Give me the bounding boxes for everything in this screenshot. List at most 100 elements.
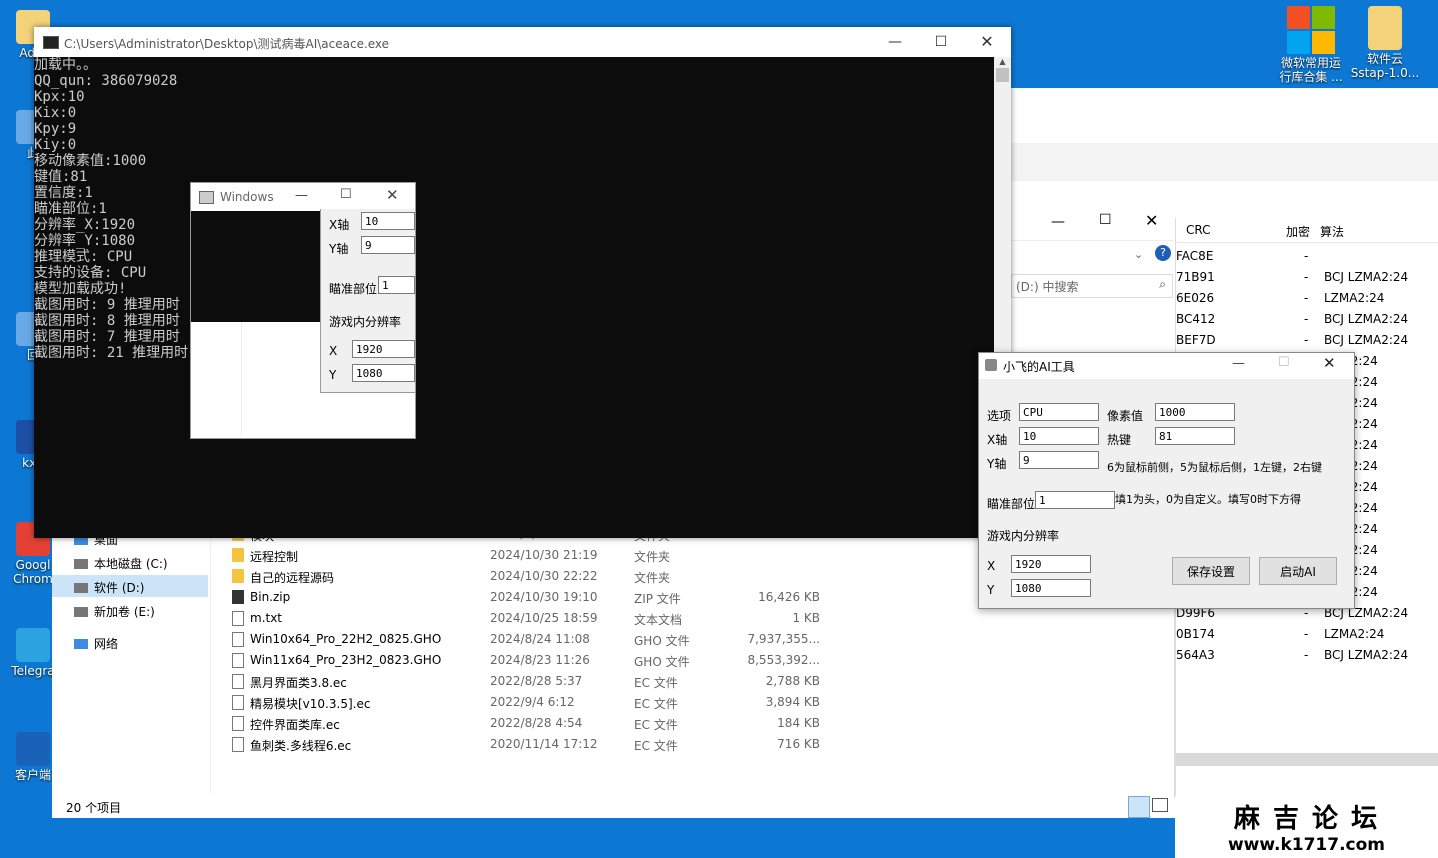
nav-item-drive-c[interactable]: 本地磁盘 (C:)	[74, 555, 168, 572]
aim-part-input[interactable]: 1	[378, 276, 415, 294]
desktop-icon-label: 软件云 Sstap-1.0...	[1350, 52, 1420, 80]
column-header-encrypted[interactable]: 加密	[1286, 223, 1310, 240]
file-type: EC 文件	[634, 739, 678, 753]
folder-icon	[1368, 6, 1402, 50]
windows-settings-panel: X轴 10 Y轴 9 瞄准部位 1 游戏内分辨率 X 1920 Y 1080	[320, 209, 415, 393]
aim-part-input[interactable]: 1	[1035, 491, 1115, 509]
aim-part-label: 瞄准部位	[987, 497, 1036, 511]
file-row[interactable]: Win11x64_Pro_23H2_0823.GHO 2024/8/23 11:2…	[228, 650, 1188, 671]
network-icon	[74, 638, 88, 649]
file-size: 184 KB	[777, 716, 820, 730]
archive-row[interactable]: BC412 - BCJ LZMA2:24	[1176, 309, 1436, 330]
console-window: C:\Users\Administrator\Desktop\测试病毒AI\ac…	[34, 27, 1011, 538]
save-settings-button[interactable]: 保存设置	[1172, 557, 1250, 585]
file-size: 3,894 KB	[765, 695, 820, 709]
column-header-crc[interactable]: CRC	[1186, 223, 1211, 237]
minimize-icon[interactable]: —	[295, 188, 308, 203]
file-icon	[232, 653, 244, 668]
res-y-input[interactable]: 1080	[352, 364, 415, 382]
archive-row[interactable]: 0B174- LZMA2:24	[1176, 624, 1436, 645]
minimize-icon[interactable]: —	[1232, 356, 1245, 371]
preview-divider	[241, 322, 242, 437]
archive-row[interactable]: 564A3- BCJ LZMA2:24	[1176, 645, 1436, 666]
minimize-icon[interactable]: —	[872, 27, 918, 57]
nav-item-drive-e[interactable]: 新加卷 (E:)	[74, 603, 155, 620]
file-size: 16,426 KB	[758, 590, 820, 604]
pixel-input[interactable]: 1000	[1155, 403, 1235, 421]
close-icon[interactable]: ✕	[1323, 354, 1336, 372]
file-row[interactable]: 控件界面类库.ec 2022/8/28 4:54 EC 文件 184 KB	[228, 713, 1188, 734]
horizontal-scrollbar[interactable]	[1176, 753, 1438, 766]
file-row[interactable]: 鱼刺类.多线程6.ec 2020/11/14 17:12 EC 文件 716 KB	[228, 734, 1188, 755]
maximize-icon[interactable]: ☐	[1278, 355, 1290, 370]
x-axis-input[interactable]: 10	[361, 212, 415, 230]
explorer-toolbar-area	[1011, 88, 1438, 143]
archive-row[interactable]: 6E026 - LZMA2:24	[1176, 288, 1436, 309]
nav-label: 本地磁盘 (C:)	[94, 557, 168, 571]
app-icon	[16, 628, 50, 662]
file-type: 文件夹	[634, 571, 671, 585]
details-view-icon[interactable]	[1128, 796, 1150, 818]
console-output: 加载中。。 QQ_qun: 386079028 Kpx:10 Kix:0 Kpy:9 Ki…	[34, 57, 188, 361]
minimize-icon[interactable]: —	[1051, 214, 1065, 230]
maximize-icon[interactable]: ☐	[918, 27, 964, 57]
maximize-icon[interactable]: ☐	[1099, 212, 1112, 228]
archive-encrypted: -	[1304, 312, 1309, 326]
close-icon[interactable]: ✕	[386, 186, 399, 204]
chevron-down-icon[interactable]: ⌄	[1134, 248, 1143, 261]
explorer-ribbon	[1011, 143, 1438, 181]
desktop-icon-runtime[interactable]: 微软常用运行库合集 ...	[1276, 6, 1346, 84]
file-row[interactable]: m.txt 2024/10/25 18:59 文本文档 1 KB	[228, 608, 1188, 629]
file-name: 远程控制	[250, 550, 299, 564]
maximize-icon[interactable]: ☐	[340, 187, 352, 202]
console-title: C:\Users\Administrator\Desktop\测试病毒AI\ac…	[64, 37, 390, 51]
archive-crc: BC412	[1176, 312, 1216, 326]
resolution-label: 游戏内分辨率	[987, 529, 1060, 543]
hotkey-label: 热键	[1107, 433, 1132, 447]
nav-item-drive-d[interactable]: 软件 (D:)	[74, 579, 144, 596]
large-icons-view-icon[interactable]	[1152, 798, 1168, 812]
navigation-pane: 桌面 本地磁盘 (C:) 软件 (D:) 新加卷 (E:) 网络	[52, 528, 210, 818]
scroll-up-icon[interactable]: ▲	[994, 57, 1011, 66]
watermark-title: 麻 吉 论 坛	[1233, 804, 1380, 834]
file-icon	[232, 695, 244, 710]
start-ai-button[interactable]: 启动AI	[1259, 557, 1337, 585]
archive-row[interactable]: 71B91 - BCJ LZMA2:24	[1176, 267, 1436, 288]
file-row[interactable]: 黑月界面类3.8.ec 2022/8/28 5:37 EC 文件 2,788 KB	[228, 671, 1188, 692]
file-date: 2024/8/24 11:08	[490, 632, 590, 646]
res-x-input[interactable]: 1920	[1011, 555, 1091, 573]
close-icon[interactable]: ✕	[1145, 211, 1158, 230]
nav-item-network[interactable]: 网络	[74, 635, 118, 652]
file-icon	[232, 737, 244, 752]
console-line: Kix:0	[34, 105, 77, 121]
archive-row[interactable]: FAC8E -	[1176, 246, 1436, 267]
folder-icon	[232, 569, 244, 583]
file-icon	[232, 611, 244, 626]
ai-tool-app-icon	[985, 359, 997, 371]
y-axis-input[interactable]: 9	[1019, 451, 1099, 469]
console-line: 支持的设备: CPU	[34, 265, 147, 281]
hotkey-input[interactable]: 81	[1155, 427, 1235, 445]
archive-row[interactable]: BEF7D - BCJ LZMA2:24	[1176, 330, 1436, 351]
close-icon[interactable]: ✕	[964, 27, 1010, 57]
drive-icon	[74, 606, 88, 617]
scroll-thumb[interactable]	[996, 68, 1009, 82]
preview-title: Windows	[220, 190, 274, 204]
aim-part-label: 瞄准部位	[329, 282, 378, 296]
column-header-algorithm[interactable]: 算法	[1320, 223, 1344, 240]
help-icon[interactable]: ?	[1155, 245, 1171, 261]
option-input[interactable]: CPU	[1019, 403, 1099, 421]
desktop-icon-sstap[interactable]: 软件云 Sstap-1.0...	[1350, 6, 1420, 80]
search-box[interactable]: (D:) 中搜索 ⌕	[1011, 274, 1173, 298]
res-y-input[interactable]: 1080	[1011, 579, 1091, 597]
console-line: 移动像素值:1000	[34, 153, 147, 169]
search-input[interactable]: (D:) 中搜索	[1016, 278, 1078, 295]
res-y-label: Y	[329, 368, 337, 382]
y-axis-input[interactable]: 9	[361, 236, 415, 254]
file-row[interactable]: 精易模块[v10.3.5].ec 2022/9/4 6:12 EC 文件 3,894 …	[228, 692, 1188, 713]
file-date: 2022/8/28 4:54	[490, 716, 583, 730]
res-x-input[interactable]: 1920	[352, 340, 415, 358]
archive-encrypted: -	[1304, 648, 1309, 662]
file-row[interactable]: Win10x64_Pro_22H2_0825.GHO 2024/8/24 11:0…	[228, 629, 1188, 650]
x-axis-input[interactable]: 10	[1019, 427, 1099, 445]
